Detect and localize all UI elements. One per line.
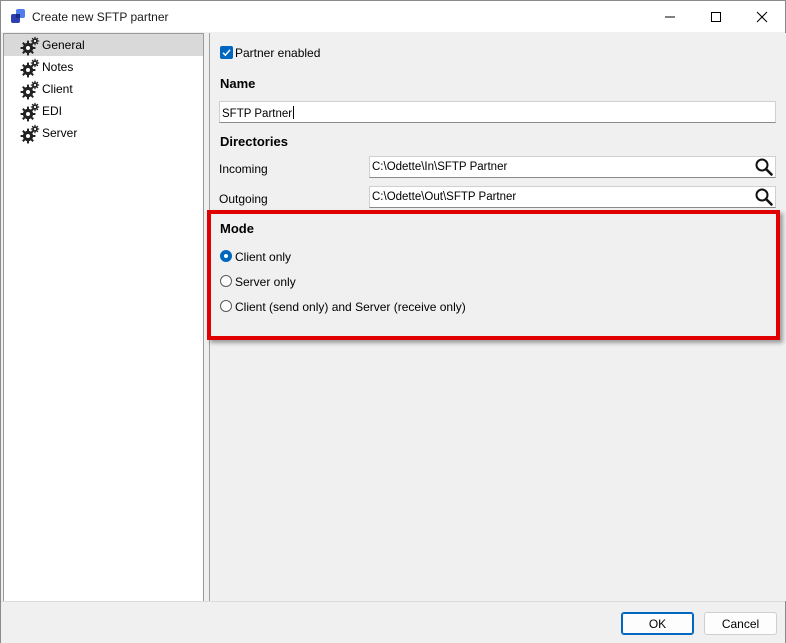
window-title: Create new SFTP partner: [32, 10, 169, 24]
sidebar-item-general[interactable]: General: [4, 34, 203, 56]
cancel-button[interactable]: Cancel: [704, 612, 777, 635]
checkmark-icon: [222, 49, 231, 57]
outgoing-label: Outgoing: [219, 192, 268, 206]
search-icon[interactable]: [754, 187, 774, 207]
sidebar-nav: General Notes Client EDI Server: [3, 33, 204, 602]
maximize-button[interactable]: [693, 1, 739, 32]
gears-icon: [20, 124, 40, 144]
name-heading: Name: [220, 76, 256, 91]
sidebar-item-client[interactable]: Client: [4, 78, 203, 100]
incoming-label: Incoming: [219, 162, 268, 176]
gears-icon: [20, 36, 40, 56]
text-caret: [293, 106, 295, 119]
sidebar-item-label: Client: [42, 82, 73, 96]
directories-heading: Directories: [220, 134, 288, 149]
minimize-button[interactable]: [647, 1, 693, 32]
outgoing-path-value: C:\Odette\Out\SFTP Partner: [372, 191, 517, 203]
maximize-icon: [711, 11, 721, 22]
name-text: SFTP Partner: [222, 108, 293, 120]
app-logo-icon: [10, 8, 26, 24]
dialog-window: Create new SFTP partner General Notes Cl…: [0, 0, 786, 643]
gears-icon: [20, 102, 40, 122]
partner-enabled-label[interactable]: Partner enabled: [235, 46, 320, 60]
ok-button[interactable]: OK: [621, 612, 694, 635]
mode-highlight-frame: [207, 210, 780, 340]
incoming-path-value: C:\Odette\In\SFTP Partner: [372, 161, 508, 173]
sidebar-item-edi[interactable]: EDI: [4, 100, 203, 122]
close-button[interactable]: [739, 1, 785, 32]
sidebar-item-server[interactable]: Server: [4, 122, 203, 144]
name-input-value: SFTP Partner: [222, 106, 295, 120]
outgoing-path-input[interactable]: C:\Odette\Out\SFTP Partner: [369, 186, 776, 208]
gears-icon: [20, 80, 40, 100]
title-bar[interactable]: Create new SFTP partner: [1, 1, 785, 32]
incoming-path-input[interactable]: C:\Odette\In\SFTP Partner: [369, 156, 776, 178]
minimize-icon: [665, 16, 675, 17]
name-input[interactable]: SFTP Partner: [219, 101, 776, 123]
close-icon: [756, 11, 768, 22]
sidebar-item-label: Server: [42, 126, 78, 140]
gears-icon: [20, 58, 40, 78]
sidebar-item-label: Notes: [42, 60, 74, 74]
sidebar-item-label: General: [42, 38, 85, 52]
search-icon[interactable]: [754, 157, 774, 177]
sidebar-item-notes[interactable]: Notes: [4, 56, 203, 78]
sidebar-item-label: EDI: [42, 104, 63, 118]
dialog-footer: OK Cancel: [1, 601, 785, 643]
partner-enabled-checkbox[interactable]: [220, 46, 233, 59]
